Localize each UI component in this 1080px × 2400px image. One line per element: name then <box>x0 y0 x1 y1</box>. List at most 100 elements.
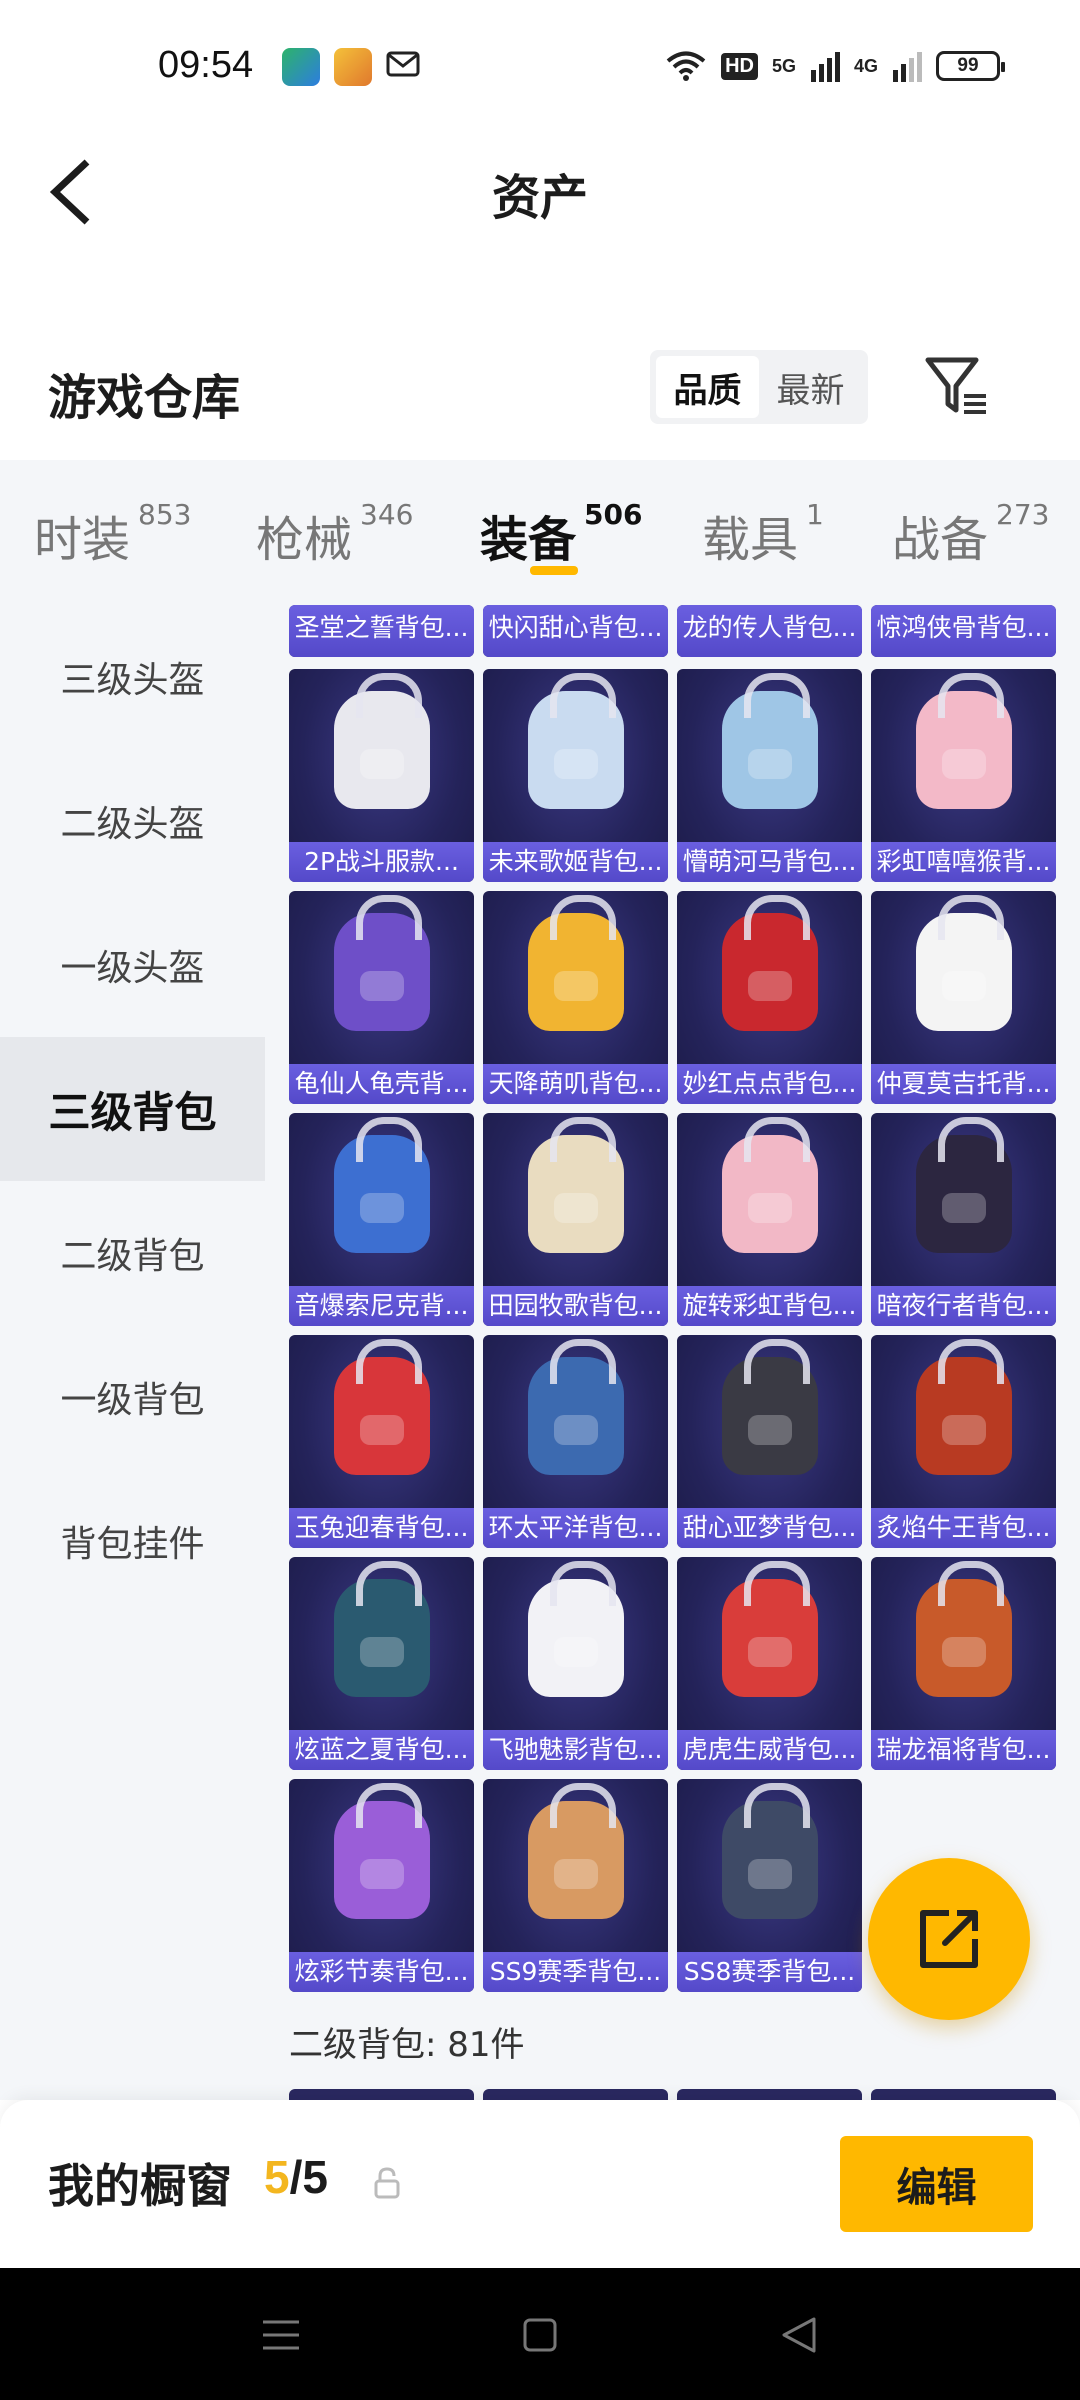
item-name: 龙的传人背包... <box>677 605 862 657</box>
backpack-image <box>722 1561 818 1697</box>
filter-button[interactable] <box>920 350 992 422</box>
item-name: 田园牧歌背包... <box>483 1286 668 1326</box>
sidebar-item-lv1-helmet[interactable]: 一级头盔 <box>0 893 265 1037</box>
item-card[interactable]: SS8赛季背包... <box>677 1779 862 1992</box>
back-nav-button[interactable] <box>772 2308 826 2362</box>
item-card[interactable]: 天降萌叽背包... <box>483 891 668 1104</box>
back-icon <box>782 2317 816 2353</box>
item-card[interactable]: 环太平洋背包... <box>483 1335 668 1548</box>
item-name: 龟仙人龟壳背... <box>289 1064 474 1104</box>
item-name: 炙焰牛王背包... <box>871 1508 1056 1548</box>
active-tab-indicator <box>530 566 578 575</box>
item-card[interactable]: 懵萌河马背包... <box>677 669 862 882</box>
tab-equipment[interactable]: 装备 506 <box>480 498 643 570</box>
item-card[interactable]: 田园牧歌背包... <box>483 1113 668 1326</box>
item-name: 炫蓝之夏背包... <box>289 1730 474 1770</box>
item-name: 天降萌叽背包... <box>483 1064 668 1104</box>
backpack-image <box>722 895 818 1031</box>
tab-supplies[interactable]: 战备 273 <box>892 498 1050 570</box>
sidebar: 三级头盔 二级头盔 一级头盔 三级背包 二级背包 一级背包 背包挂件 <box>0 605 265 2100</box>
warehouse-header: 游戏仓库 品质 最新 <box>0 330 1080 450</box>
menu-button[interactable] <box>254 2308 308 2362</box>
item-card[interactable] <box>289 2089 474 2100</box>
item-card[interactable] <box>871 2089 1056 2100</box>
backpack-image <box>334 673 430 809</box>
item-card[interactable]: 瑞龙福将背包... <box>871 1557 1056 1770</box>
showcase-separator: / <box>289 2151 303 2203</box>
item-card[interactable]: 快闪甜心背包... <box>483 605 668 657</box>
sidebar-item-backpack-charm[interactable]: 背包挂件 <box>0 1469 265 1613</box>
item-name: 玉兔迎春背包... <box>289 1508 474 1548</box>
category-tabs: 时装 853 枪械 346 装备 506 载具 1 战备 273 <box>0 460 1080 605</box>
backpack-image <box>528 1561 624 1697</box>
tab-firearms[interactable]: 枪械 346 <box>256 498 413 570</box>
share-export-icon <box>920 1910 978 1968</box>
tab-vehicles[interactable]: 载具 1 <box>702 498 824 570</box>
backpack-image <box>334 1561 430 1697</box>
item-card[interactable] <box>483 2089 668 2100</box>
tab-label: 时装 <box>34 512 131 568</box>
item-card[interactable]: 炙焰牛王背包... <box>871 1335 1056 1548</box>
signal-icon <box>810 52 840 82</box>
sort-option-quality[interactable]: 品质 <box>656 356 759 418</box>
lock-icon <box>374 2167 400 2199</box>
home-icon <box>523 2318 557 2352</box>
sort-option-newest[interactable]: 最新 <box>759 356 862 418</box>
item-card[interactable]: 旋转彩虹背包... <box>677 1113 862 1326</box>
sidebar-item-lv2-backpack[interactable]: 二级背包 <box>0 1181 265 1325</box>
item-card[interactable]: SS9赛季背包... <box>483 1779 668 1992</box>
backpack-image <box>528 673 624 809</box>
backpack-image <box>528 1783 624 1919</box>
item-card[interactable]: 龟仙人龟壳背... <box>289 891 474 1104</box>
signal-5g-label: 5G <box>771 55 796 76</box>
share-button[interactable] <box>868 1858 1030 2020</box>
item-name: 圣堂之誓背包... <box>289 605 474 657</box>
system-nav-bar <box>0 2268 1080 2400</box>
item-card[interactable]: 暗夜行者背包... <box>871 1113 1056 1326</box>
tab-fashion[interactable]: 时装 853 <box>34 498 191 570</box>
item-card[interactable]: 龙的传人背包... <box>677 605 862 657</box>
showcase-label: 我的橱窗 <box>48 2159 232 2213</box>
showcase-bar: 我的橱窗 5/5 编辑 <box>0 2100 1080 2268</box>
item-card[interactable]: 炫彩节奏背包... <box>289 1779 474 1992</box>
item-card[interactable]: 未来歌姬背包... <box>483 669 668 882</box>
item-card[interactable] <box>677 2089 862 2100</box>
item-name: 旋转彩虹背包... <box>677 1286 862 1326</box>
item-card[interactable]: 炫蓝之夏背包... <box>289 1557 474 1770</box>
tab-count: 273 <box>996 498 1050 531</box>
wifi-icon <box>666 51 706 81</box>
battery-indicator: 99 <box>936 51 1005 81</box>
sidebar-item-lv1-backpack[interactable]: 一级背包 <box>0 1325 265 1469</box>
edit-button[interactable]: 编辑 <box>840 2136 1033 2232</box>
sort-segmented-control: 品质 最新 <box>650 350 868 424</box>
tab-label: 装备 <box>480 512 577 568</box>
tab-count: 506 <box>584 498 643 531</box>
signal-4g-label: 4G <box>853 55 878 76</box>
item-card[interactable]: 甜心亚梦背包... <box>677 1335 862 1548</box>
item-name: 彩虹嘻嘻猴背... <box>871 842 1056 882</box>
item-card[interactable]: 妙红点点背包... <box>677 891 862 1104</box>
item-name: 瑞龙福将背包... <box>871 1730 1056 1770</box>
sidebar-item-lv3-helmet[interactable]: 三级头盔 <box>0 605 265 749</box>
item-card[interactable]: 飞驰魅影背包... <box>483 1557 668 1770</box>
item-name: 2P战斗服款... <box>289 842 474 882</box>
sidebar-item-lv3-backpack[interactable]: 三级背包 <box>0 1037 265 1181</box>
header: 资产 <box>0 130 1080 260</box>
item-card[interactable]: 惊鸿侠骨背包... <box>871 605 1056 657</box>
status-right: HD 5G 4G 99 <box>665 46 1005 86</box>
home-button[interactable] <box>513 2308 567 2362</box>
menu-icon <box>263 2320 299 2350</box>
item-card[interactable]: 仲夏莫吉托背... <box>871 891 1056 1104</box>
backpack-image <box>722 673 818 809</box>
item-card[interactable]: 2P战斗服款... <box>289 669 474 882</box>
item-name: 环太平洋背包... <box>483 1508 668 1548</box>
item-card[interactable]: 音爆索尼克背... <box>289 1113 474 1326</box>
sidebar-item-lv2-helmet[interactable]: 二级头盔 <box>0 749 265 893</box>
item-card[interactable]: 虎虎生威背包... <box>677 1557 862 1770</box>
backpack-image <box>916 1561 1012 1697</box>
item-card[interactable]: 彩虹嘻嘻猴背... <box>871 669 1056 882</box>
showcase-total: 5 <box>302 2151 328 2203</box>
item-card[interactable]: 圣堂之誓背包... <box>289 605 474 657</box>
item-name: 飞驰魅影背包... <box>483 1730 668 1770</box>
item-card[interactable]: 玉兔迎春背包... <box>289 1335 474 1548</box>
